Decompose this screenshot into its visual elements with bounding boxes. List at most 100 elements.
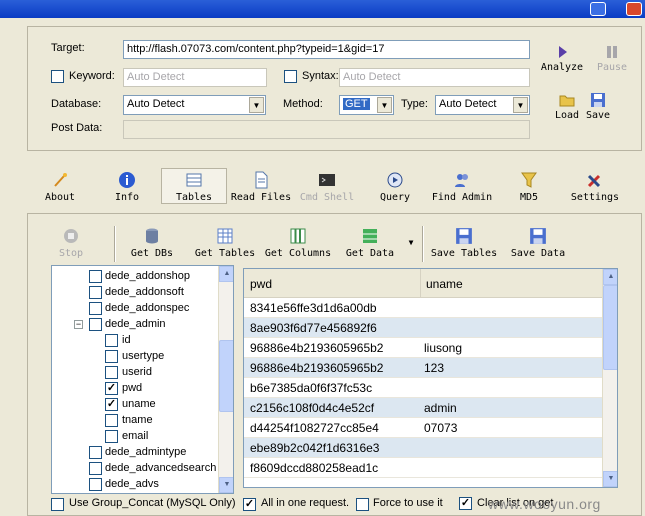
syntax-checkbox[interactable] xyxy=(284,70,297,83)
force-label: Force to use it xyxy=(373,497,443,509)
cell-pwd: ebe89b2c042f1d6316e3 xyxy=(250,441,380,455)
table-row[interactable]: 8ae903f6d77e456892f6 xyxy=(244,318,602,338)
get-columns-button[interactable]: Get Columns xyxy=(264,227,332,259)
get-tables-label: Get Tables xyxy=(194,248,256,259)
tab-read-files[interactable]: Read Files xyxy=(230,171,292,203)
tree-scrollbar[interactable]: ▲ ▼ xyxy=(218,266,233,493)
column-header-pwd[interactable]: pwd xyxy=(250,277,272,291)
tree-checkbox[interactable] xyxy=(89,318,102,331)
tree-checkbox[interactable] xyxy=(89,446,102,459)
get-dbs-button[interactable]: Get DBs xyxy=(128,227,176,259)
app-window: Target: http://flash.07073.com/content.p… xyxy=(0,0,645,516)
keyword-input[interactable]: Auto Detect xyxy=(123,68,267,87)
tree-checkbox[interactable] xyxy=(89,462,102,475)
analyze-button[interactable]: Analyze xyxy=(540,44,584,73)
scrollbar-thumb[interactable] xyxy=(219,340,233,412)
tree-checkbox[interactable] xyxy=(89,478,102,491)
toolbar-separator xyxy=(422,226,424,262)
tab-info-label: Info xyxy=(114,192,140,203)
tree-checkbox[interactable] xyxy=(105,430,118,443)
tree-checkbox[interactable] xyxy=(105,350,118,363)
save-tables-label: Save Tables xyxy=(430,248,498,259)
tab-query[interactable]: Query xyxy=(378,171,412,203)
postdata-input[interactable] xyxy=(123,120,530,139)
tree-item-label: tname xyxy=(122,414,153,426)
cell-pwd: f8609dccd880258ead1c xyxy=(250,461,379,475)
database-select[interactable]: Auto Detect ▼ xyxy=(123,95,266,115)
cell-pwd: b6e7385da0f6f37fc53c xyxy=(250,381,373,395)
tab-tables-label: Tables xyxy=(175,192,213,203)
table-tree[interactable]: dede_addonshop dede_addonsoft dede_addon… xyxy=(51,265,234,494)
table-row[interactable]: 8341e56ffe3d1d6a00db xyxy=(244,298,602,318)
scroll-down-icon[interactable]: ▼ xyxy=(603,471,617,487)
table-row[interactable]: 96886e4b2193605965b2 123 xyxy=(244,358,602,378)
scroll-up-icon[interactable]: ▲ xyxy=(219,266,233,282)
collapse-icon[interactable]: − xyxy=(74,320,83,329)
target-input[interactable]: http://flash.07073.com/content.php?typei… xyxy=(123,40,530,59)
tree-checkbox[interactable] xyxy=(89,286,102,299)
column-header-uname[interactable]: uname xyxy=(420,269,463,298)
get-data-dropdown-button[interactable]: ▼ xyxy=(406,238,416,247)
wand-icon xyxy=(54,173,67,187)
tree-item-label: dede_advs xyxy=(105,478,159,490)
analyze-label: Analyze xyxy=(540,62,584,73)
tab-tables[interactable]: Tables xyxy=(161,168,227,204)
columns-icon xyxy=(290,228,306,244)
method-select[interactable]: GET ▼ xyxy=(339,95,394,115)
tree-item-label: email xyxy=(122,430,149,442)
minimize-button[interactable] xyxy=(590,2,606,16)
tab-about[interactable]: About xyxy=(42,171,78,203)
syntax-input[interactable]: Auto Detect xyxy=(339,68,530,87)
method-value: GET xyxy=(343,98,370,110)
load-button[interactable]: Load xyxy=(553,92,581,121)
force-checkbox[interactable] xyxy=(356,498,369,511)
tree-checkbox-checked[interactable]: ✓ xyxy=(105,382,118,395)
stop-button[interactable]: Stop xyxy=(55,227,87,259)
tree-checkbox[interactable] xyxy=(105,366,118,379)
group-concat-checkbox[interactable] xyxy=(51,498,64,511)
tab-info[interactable]: Info xyxy=(110,171,144,203)
chevron-down-icon: ▼ xyxy=(249,97,264,113)
tree-item-label: dede_advancedsearch xyxy=(105,462,217,474)
table-row[interactable]: b6e7385da0f6f37fc53c xyxy=(244,378,602,398)
get-tables-button[interactable]: Get Tables xyxy=(193,227,257,259)
save-tables-button[interactable]: Save Tables xyxy=(430,227,498,259)
keyword-checkbox[interactable] xyxy=(51,70,64,83)
save-label: Save xyxy=(585,110,611,121)
pause-button[interactable]: Pause xyxy=(594,44,630,73)
tree-item-label: dede_addonspec xyxy=(105,302,190,314)
target-label: Target: xyxy=(51,42,85,54)
save-data-button[interactable]: Save Data xyxy=(508,227,568,259)
type-select[interactable]: Auto Detect ▼ xyxy=(435,95,530,115)
tree-checkbox[interactable] xyxy=(105,334,118,347)
all-in-one-checkbox[interactable]: ✓ xyxy=(243,498,256,511)
tree-checkbox[interactable] xyxy=(89,270,102,283)
table-row[interactable]: 96886e4b2193605965b2 liusong xyxy=(244,338,602,358)
table-row[interactable]: c2156c108f0d4c4e52cf admin xyxy=(244,398,602,418)
tab-cmd-shell[interactable]: Cmd Shell xyxy=(299,171,355,203)
table-row[interactable]: f8609dccd880258ead1c xyxy=(244,458,602,478)
table-row[interactable]: ebe89b2c042f1d6316e3 xyxy=(244,438,602,458)
tab-settings[interactable]: Settings xyxy=(569,171,621,203)
tree-checkbox[interactable] xyxy=(89,302,102,315)
watermark: www.wooyun.org xyxy=(488,496,601,512)
save-config-button[interactable]: Save xyxy=(584,92,612,121)
data-grid[interactable]: pwd uname 8341e56ffe3d1d6a00db 8ae903f6d… xyxy=(243,268,618,488)
scroll-up-icon[interactable]: ▲ xyxy=(603,269,617,285)
get-data-button[interactable]: Get Data xyxy=(344,227,396,259)
tab-md5[interactable]: MD5 xyxy=(515,171,543,203)
floppy-icon xyxy=(456,228,472,244)
tree-checkbox[interactable] xyxy=(105,414,118,427)
method-label: Method: xyxy=(283,98,323,110)
chevron-down-icon: ▼ xyxy=(513,97,528,113)
all-in-one-label: All in one request. xyxy=(261,497,350,509)
clear-list-checkbox[interactable]: ✓ xyxy=(459,497,472,510)
tab-find-admin[interactable]: Find Admin xyxy=(430,171,494,203)
grid-scrollbar[interactable]: ▲ ▼ xyxy=(602,269,617,487)
tree-checkbox-checked[interactable]: ✓ xyxy=(105,398,118,411)
close-button[interactable] xyxy=(626,2,642,16)
scrollbar-thumb[interactable] xyxy=(603,285,617,370)
table-row[interactable]: d44254f1082727cc85e4 07073 xyxy=(244,418,602,438)
scroll-down-icon[interactable]: ▼ xyxy=(219,477,233,493)
tab-read-files-label: Read Files xyxy=(230,192,292,203)
